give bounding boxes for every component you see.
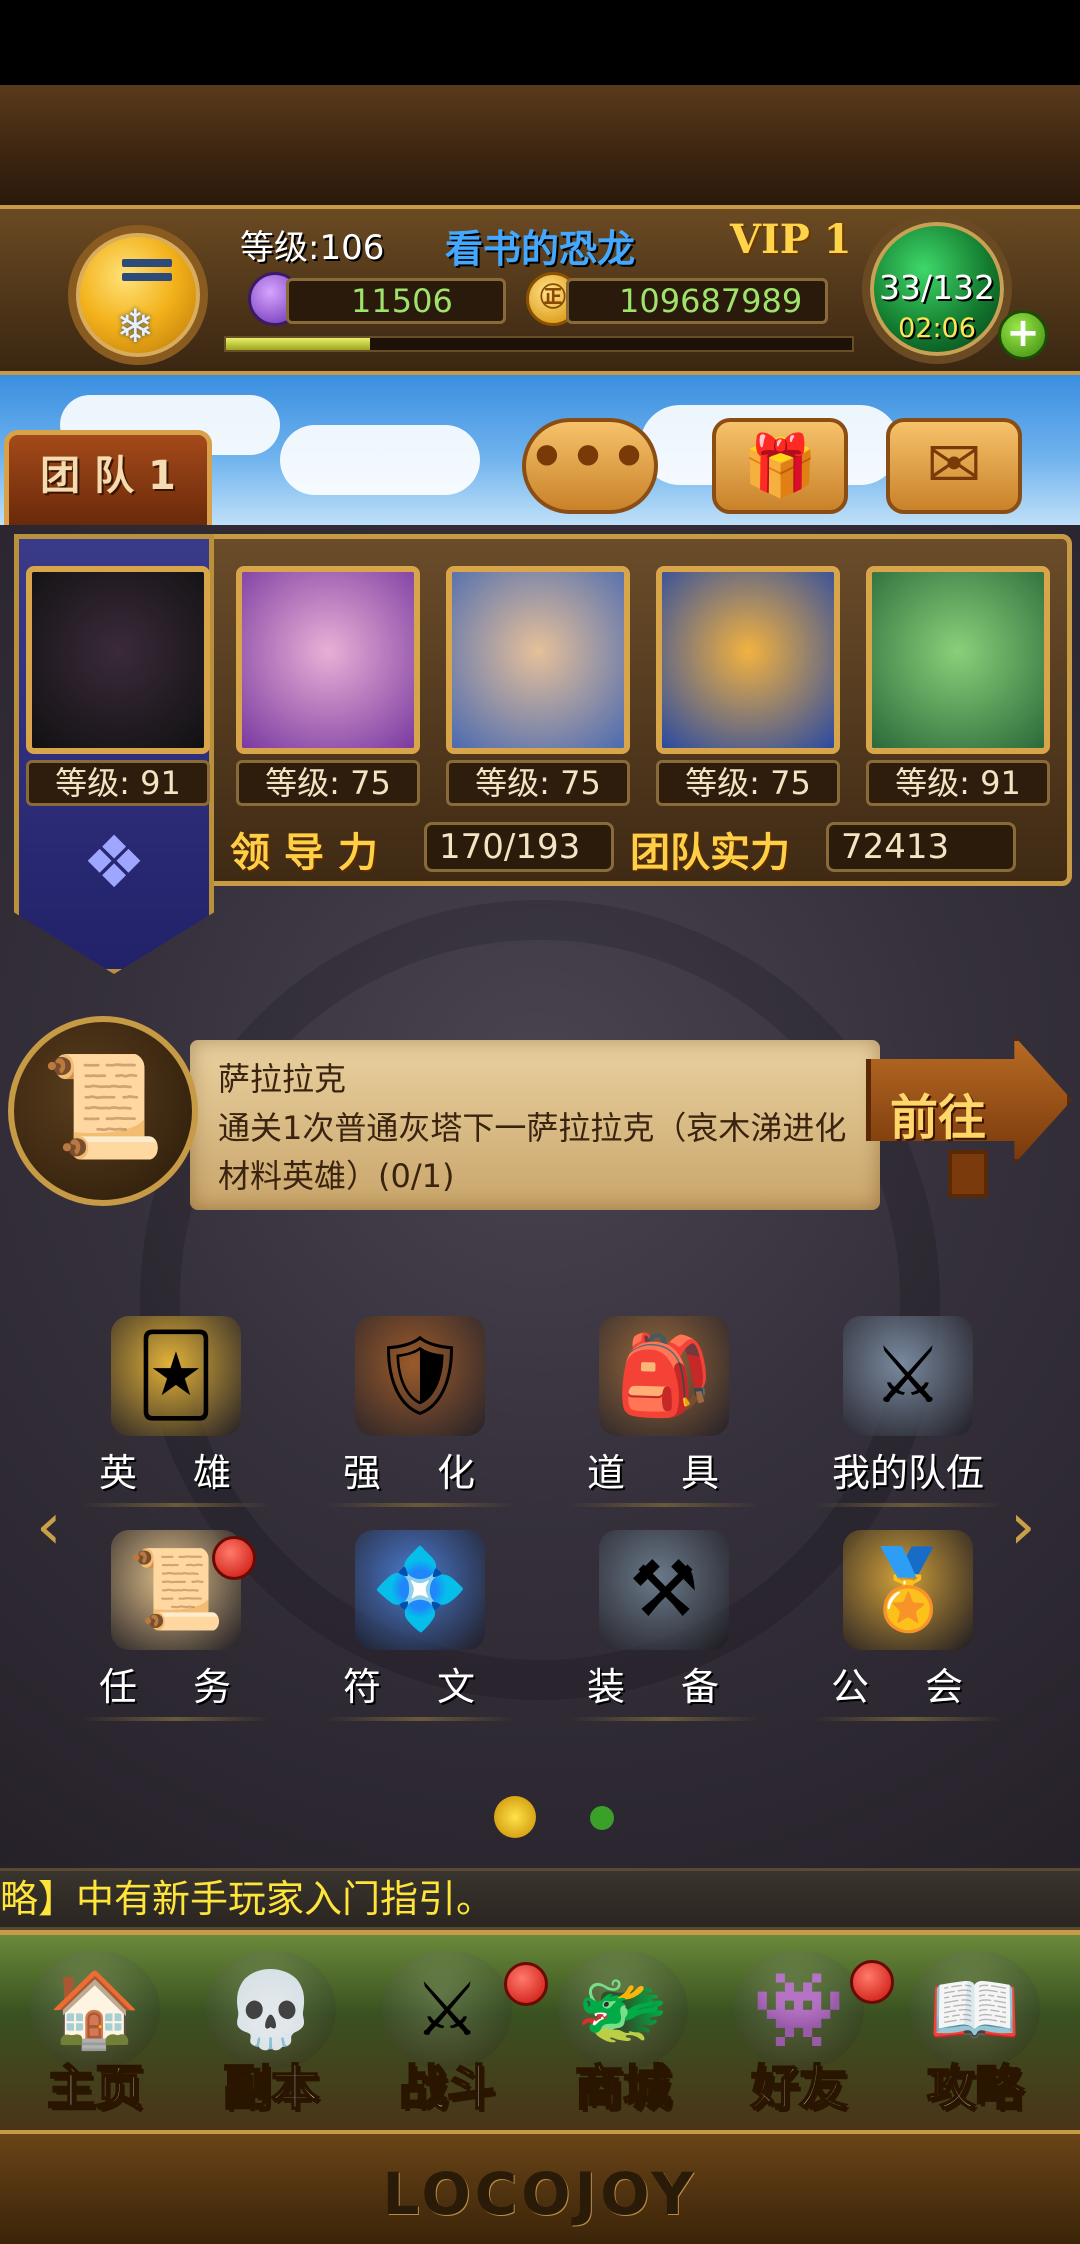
menu-label: 装 备 [586, 1665, 742, 1709]
gift-button[interactable]: 🎁 [712, 418, 848, 514]
chat-button[interactable]: ••• [522, 418, 658, 514]
menu-label: 符 文 [342, 1665, 498, 1709]
top-frame [0, 85, 1080, 205]
leadership-label: 领 导 力 [230, 830, 378, 876]
menu-divider [813, 1717, 1003, 1721]
mail-button[interactable]: ✉ [886, 418, 1022, 514]
nav-home[interactable]: 🏠 主页 [10, 1950, 180, 2130]
menu-label: 公 会 [830, 1665, 986, 1709]
friends-notification-dot [850, 1960, 894, 2004]
page-dot-active[interactable] [494, 1796, 536, 1838]
quest-title: 萨拉拉克 [218, 1060, 347, 1098]
anvil-icon: ⚒ [599, 1530, 729, 1650]
hero-portrait[interactable] [26, 566, 210, 754]
hero-portrait[interactable] [446, 566, 630, 754]
menu-divider [325, 1717, 515, 1721]
menu-icon [122, 259, 172, 287]
add-energy-button[interactable]: + [998, 310, 1048, 360]
status-bar [0, 0, 1080, 85]
nav-label: 攻略 [926, 2059, 1024, 2117]
team-power-label: 团队实力 [630, 830, 790, 876]
go-button-label: 前往 [890, 1090, 987, 1146]
gold-count: 109687989 [566, 278, 828, 324]
hero-portrait[interactable] [656, 566, 840, 754]
exp-bar [224, 336, 854, 352]
quest-scroll-icon: 📜 [8, 1016, 198, 1206]
hero-portrait[interactable] [236, 566, 420, 754]
hero-avatar [242, 572, 414, 748]
battle-notification-dot [504, 1962, 548, 2006]
menu-divider [81, 1503, 271, 1507]
mail-icon: ✉ [926, 426, 982, 503]
team-power-value: 72413 [826, 822, 1016, 872]
guild-shield-icon: 🏅 [843, 1530, 973, 1650]
nav-dungeon[interactable]: 💀 副本 [186, 1950, 356, 2130]
backpack-icon: 🎒 [599, 1316, 729, 1436]
menu-prev-arrow[interactable]: ‹ [36, 1490, 62, 1564]
hero-level: 等级: 91 [866, 760, 1050, 806]
hero-avatar [662, 572, 834, 748]
gem-count: 11506 [286, 278, 506, 324]
team-tab-1[interactable]: 团 队 1 [4, 430, 212, 525]
menu-label: 任 务 [98, 1665, 254, 1709]
settings-snowflake-icon: ❄ [116, 299, 155, 353]
nav-label: 好友 [750, 2059, 848, 2117]
hero-level: 等级: 75 [236, 760, 420, 806]
menu-enhance[interactable]: 🛡 强 化 [310, 1316, 530, 1507]
nav-label: 主页 [46, 2059, 144, 2117]
enhance-helmet-icon: 🛡 [355, 1316, 485, 1436]
menu-label: 英 雄 [98, 1451, 254, 1495]
energy-timer: 02:06 [898, 313, 976, 344]
hero-portrait[interactable] [866, 566, 1050, 754]
nav-label: 商城 [574, 2059, 672, 2117]
rune-crystal-icon: 💠 [355, 1530, 485, 1650]
hero-level: 等级: 91 [26, 760, 210, 806]
team-crest-icon: ❖ [81, 820, 147, 904]
page-dot[interactable] [590, 1806, 614, 1830]
menu-my-team[interactable]: ⚔ 我的队伍 [798, 1316, 1018, 1507]
quest-description: 通关1次普通灰塔下一萨拉拉克（哀木涕进化材料英雄）(0/1) [218, 1109, 847, 1195]
menu-guild[interactable]: 🏅 公 会 [798, 1530, 1018, 1721]
menu-divider [813, 1503, 1003, 1507]
menu-divider [569, 1503, 759, 1507]
hero-level: 等级: 75 [656, 760, 840, 806]
announcement-marquee: 略】中有新手玩家入门指引。 [0, 1868, 1080, 1930]
main-menu-button[interactable]: ❄ [68, 225, 208, 365]
leadership-value: 170/193 [424, 822, 614, 872]
publisher-logo: LOCOJOY [382, 2160, 698, 2228]
player-level: 等级:106 [240, 228, 385, 268]
menu-next-arrow[interactable]: › [1010, 1490, 1036, 1564]
menu-heroes[interactable]: 🃏 英 雄 [66, 1316, 286, 1507]
menu-divider [569, 1717, 759, 1721]
crossed-swords-icon: ⚔ [843, 1316, 973, 1436]
signpost [948, 1150, 988, 1198]
vip-badge[interactable]: VIP 1 [730, 216, 852, 263]
menu-runes[interactable]: 💠 符 文 [310, 1530, 530, 1721]
nav-label: 战斗 [398, 2059, 496, 2117]
exp-bar-fill [226, 338, 370, 350]
chat-bubble-icon: ••• [528, 423, 652, 491]
energy-count: 33/132 [878, 268, 996, 307]
menu-divider [81, 1717, 271, 1721]
player-name[interactable]: 看书的恐龙 [445, 218, 635, 273]
hero-card-icon: 🃏 [111, 1316, 241, 1436]
hero-level: 等级: 75 [446, 760, 630, 806]
menu-label: 我的队伍 [831, 1451, 984, 1495]
hero-avatar [32, 572, 204, 748]
menu-divider [325, 1503, 515, 1507]
nav-label: 副本 [222, 2059, 320, 2117]
nav-guide[interactable]: 📖 攻略 [890, 1950, 1060, 2130]
menu-label: 道 具 [586, 1451, 742, 1495]
nav-shop[interactable]: 🐲 商城 [538, 1950, 708, 2130]
menu-items[interactable]: 🎒 道 具 [554, 1316, 774, 1507]
gift-icon: 🎁 [742, 431, 818, 501]
hero-avatar [452, 572, 624, 748]
menu-label: 强 化 [342, 1451, 498, 1495]
hero-avatar [872, 572, 1044, 748]
task-notification-dot [212, 1536, 256, 1580]
menu-equipment[interactable]: ⚒ 装 备 [554, 1530, 774, 1721]
